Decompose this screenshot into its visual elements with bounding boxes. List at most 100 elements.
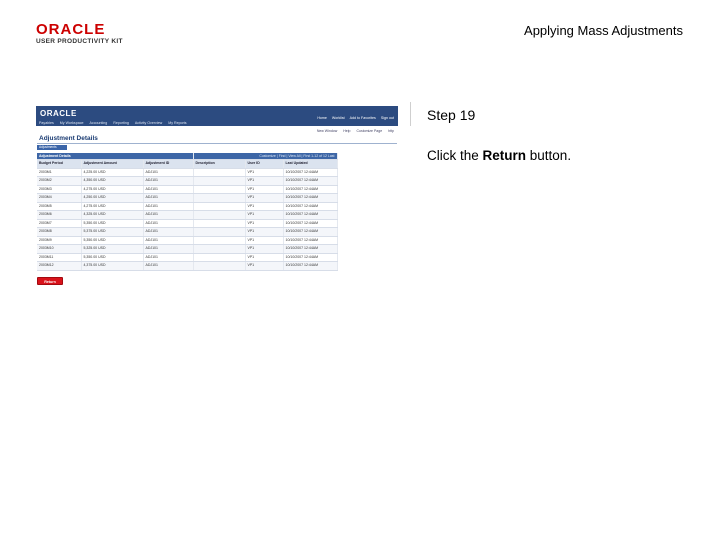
column-header: User ID bbox=[245, 159, 284, 169]
column-header: Budget Period bbox=[37, 159, 82, 169]
table-cell: ADJ101 bbox=[143, 236, 194, 245]
table-row: 2003M9 5,350.00 USD ADJ101 VP1 10/10/2007 12… bbox=[37, 236, 338, 245]
nav-item-reporting[interactable]: Reporting bbox=[113, 120, 129, 127]
oracle-upk-logo: ORACLE USER PRODUCTIVITY KIT bbox=[36, 22, 126, 46]
tool-http[interactable]: http bbox=[388, 129, 394, 133]
tool-customize-page[interactable]: Customize Page bbox=[356, 129, 382, 133]
nav-item-payables[interactable]: Payables bbox=[39, 120, 54, 127]
table-row: 2003M5 4,275.00 USD ADJ101 VP1 10/10/2007 12… bbox=[37, 202, 338, 211]
table-cell: VP1 bbox=[245, 236, 284, 245]
grid-header-row: Budget Period Adjustment Amount Adjustme… bbox=[37, 159, 338, 169]
table-cell: ADJ101 bbox=[143, 210, 194, 220]
table-cell: 5,325.00 USD bbox=[81, 244, 144, 254]
table-cell: 2003M9 bbox=[37, 236, 82, 245]
table-cell: VP1 bbox=[245, 193, 284, 203]
table-cell: ADJ101 bbox=[143, 176, 194, 186]
table-cell bbox=[193, 219, 246, 228]
section-tab[interactable]: Adjustments bbox=[37, 145, 67, 150]
table-cell: 10/10/2007 12:44AM bbox=[283, 244, 338, 254]
table-cell: ADJ101 bbox=[143, 227, 194, 237]
table-row: 2003M10 5,325.00 USD ADJ101 VP1 10/10/2007 1… bbox=[37, 244, 338, 254]
table-cell: 2003M10 bbox=[37, 244, 82, 254]
table-cell: 10/10/2007 12:44AM bbox=[283, 253, 338, 262]
app-brand-logo: ORACLE bbox=[40, 109, 77, 118]
table-cell: 5,350.00 USD bbox=[81, 253, 144, 262]
app-banner: ORACLE Home Worklist Add to Favorites Si… bbox=[36, 106, 398, 126]
table-cell bbox=[193, 176, 246, 186]
table-cell: 10/10/2007 12:44AM bbox=[283, 202, 338, 211]
adjustment-grid: Adjustment Details Customize | Find | Vi… bbox=[37, 153, 338, 271]
nav-item-activity[interactable]: Activity Overview bbox=[135, 120, 162, 127]
nav-item-accounting[interactable]: Accounting bbox=[90, 120, 108, 127]
table-cell: ADJ101 bbox=[143, 185, 194, 194]
table-row: 2003M3 4,275.00 USD ADJ101 VP1 10/10/2007 12… bbox=[37, 185, 338, 194]
table-cell: 5,350.00 USD bbox=[81, 219, 144, 228]
instruction-emphasis: Return bbox=[482, 148, 527, 163]
table-cell: VP1 bbox=[245, 227, 284, 237]
table-cell: ADJ101 bbox=[143, 193, 194, 203]
table-cell: 2003M5 bbox=[37, 202, 82, 211]
table-cell: 4,275.00 USD bbox=[81, 185, 144, 194]
table-row: 2003M6 4,325.00 USD ADJ101 VP1 10/10/2007 12… bbox=[37, 210, 338, 220]
tool-new-window[interactable]: New Window bbox=[317, 129, 337, 133]
app-nav-bar: Payables My Workspace Accounting Reporti… bbox=[36, 120, 398, 127]
table-row: 2003M1 4,225.00 USD ADJ101 VP1 10/10/2007 12… bbox=[37, 168, 338, 177]
table-cell bbox=[193, 210, 246, 220]
instruction-prefix: Click the bbox=[427, 148, 483, 163]
table-cell: 4,375.00 USD bbox=[81, 261, 144, 271]
column-header: Adjustment ID bbox=[143, 159, 194, 169]
table-cell bbox=[193, 244, 246, 254]
table-cell bbox=[193, 168, 246, 177]
table-cell bbox=[193, 227, 246, 237]
application-screenshot: ORACLE Home Worklist Add to Favorites Si… bbox=[36, 106, 398, 286]
step-label: Step 19 bbox=[427, 107, 476, 123]
table-cell: ADJ101 bbox=[143, 168, 194, 177]
table-row: 2003M4 4,250.00 USD ADJ101 VP1 10/10/2007 12… bbox=[37, 193, 338, 203]
table-cell bbox=[193, 185, 246, 194]
table-cell: 2003M3 bbox=[37, 185, 82, 194]
table-cell: ADJ101 bbox=[143, 219, 194, 228]
title-divider bbox=[37, 143, 397, 144]
table-cell: 10/10/2007 12:44AM bbox=[283, 236, 338, 245]
instruction-suffix: button. bbox=[526, 148, 572, 163]
table-cell: ADJ101 bbox=[143, 253, 194, 262]
table-cell bbox=[193, 261, 246, 271]
table-row: 2003M2 4,350.00 USD ADJ101 VP1 10/10/2007 12… bbox=[37, 176, 338, 186]
table-cell: 2003M1 bbox=[37, 168, 82, 177]
step-instruction: Click the Return button. bbox=[427, 148, 571, 163]
table-cell: 2003M8 bbox=[37, 227, 82, 237]
table-cell bbox=[193, 193, 246, 203]
tool-help[interactable]: Help bbox=[343, 129, 350, 133]
table-cell bbox=[193, 202, 246, 211]
table-cell bbox=[193, 253, 246, 262]
table-cell: 10/10/2007 12:44AM bbox=[283, 176, 338, 186]
nav-item-reports[interactable]: My Reports bbox=[168, 120, 186, 127]
table-cell: 10/10/2007 12:44AM bbox=[283, 185, 338, 194]
column-header: Description bbox=[193, 159, 246, 169]
table-cell: VP1 bbox=[245, 185, 284, 194]
table-cell: VP1 bbox=[245, 176, 284, 186]
table-cell: VP1 bbox=[245, 168, 284, 177]
nav-item-workspace[interactable]: My Workspace bbox=[60, 120, 84, 127]
column-header: Last Updated bbox=[283, 159, 338, 169]
table-row: 2003M7 5,350.00 USD ADJ101 VP1 10/10/2007 12… bbox=[37, 219, 338, 228]
table-cell: 2003M12 bbox=[37, 261, 82, 271]
return-button[interactable]: Return bbox=[37, 277, 63, 285]
table-cell: 4,275.00 USD bbox=[81, 202, 144, 211]
table-row: 2003M11 5,350.00 USD ADJ101 VP1 10/10/2007 1… bbox=[37, 253, 338, 262]
table-cell: 2003M7 bbox=[37, 219, 82, 228]
table-cell: VP1 bbox=[245, 244, 284, 254]
table-row: 2003M12 4,375.00 USD ADJ101 VP1 10/10/2007 1… bbox=[37, 261, 338, 271]
table-cell: ADJ101 bbox=[143, 244, 194, 254]
table-cell: 10/10/2007 12:44AM bbox=[283, 219, 338, 228]
app-page-title: Adjustment Details bbox=[39, 135, 98, 142]
table-cell: VP1 bbox=[245, 202, 284, 211]
table-cell: VP1 bbox=[245, 210, 284, 220]
table-cell: 2003M4 bbox=[37, 193, 82, 203]
table-row: 2003M8 5,375.00 USD ADJ101 VP1 10/10/2007 12… bbox=[37, 227, 338, 237]
table-cell: VP1 bbox=[245, 219, 284, 228]
table-cell: VP1 bbox=[245, 261, 284, 271]
logo-oracle-text: ORACLE bbox=[36, 21, 106, 38]
table-cell: VP1 bbox=[245, 253, 284, 262]
app-toolbar: New Window Help Customize Page http bbox=[317, 129, 394, 133]
